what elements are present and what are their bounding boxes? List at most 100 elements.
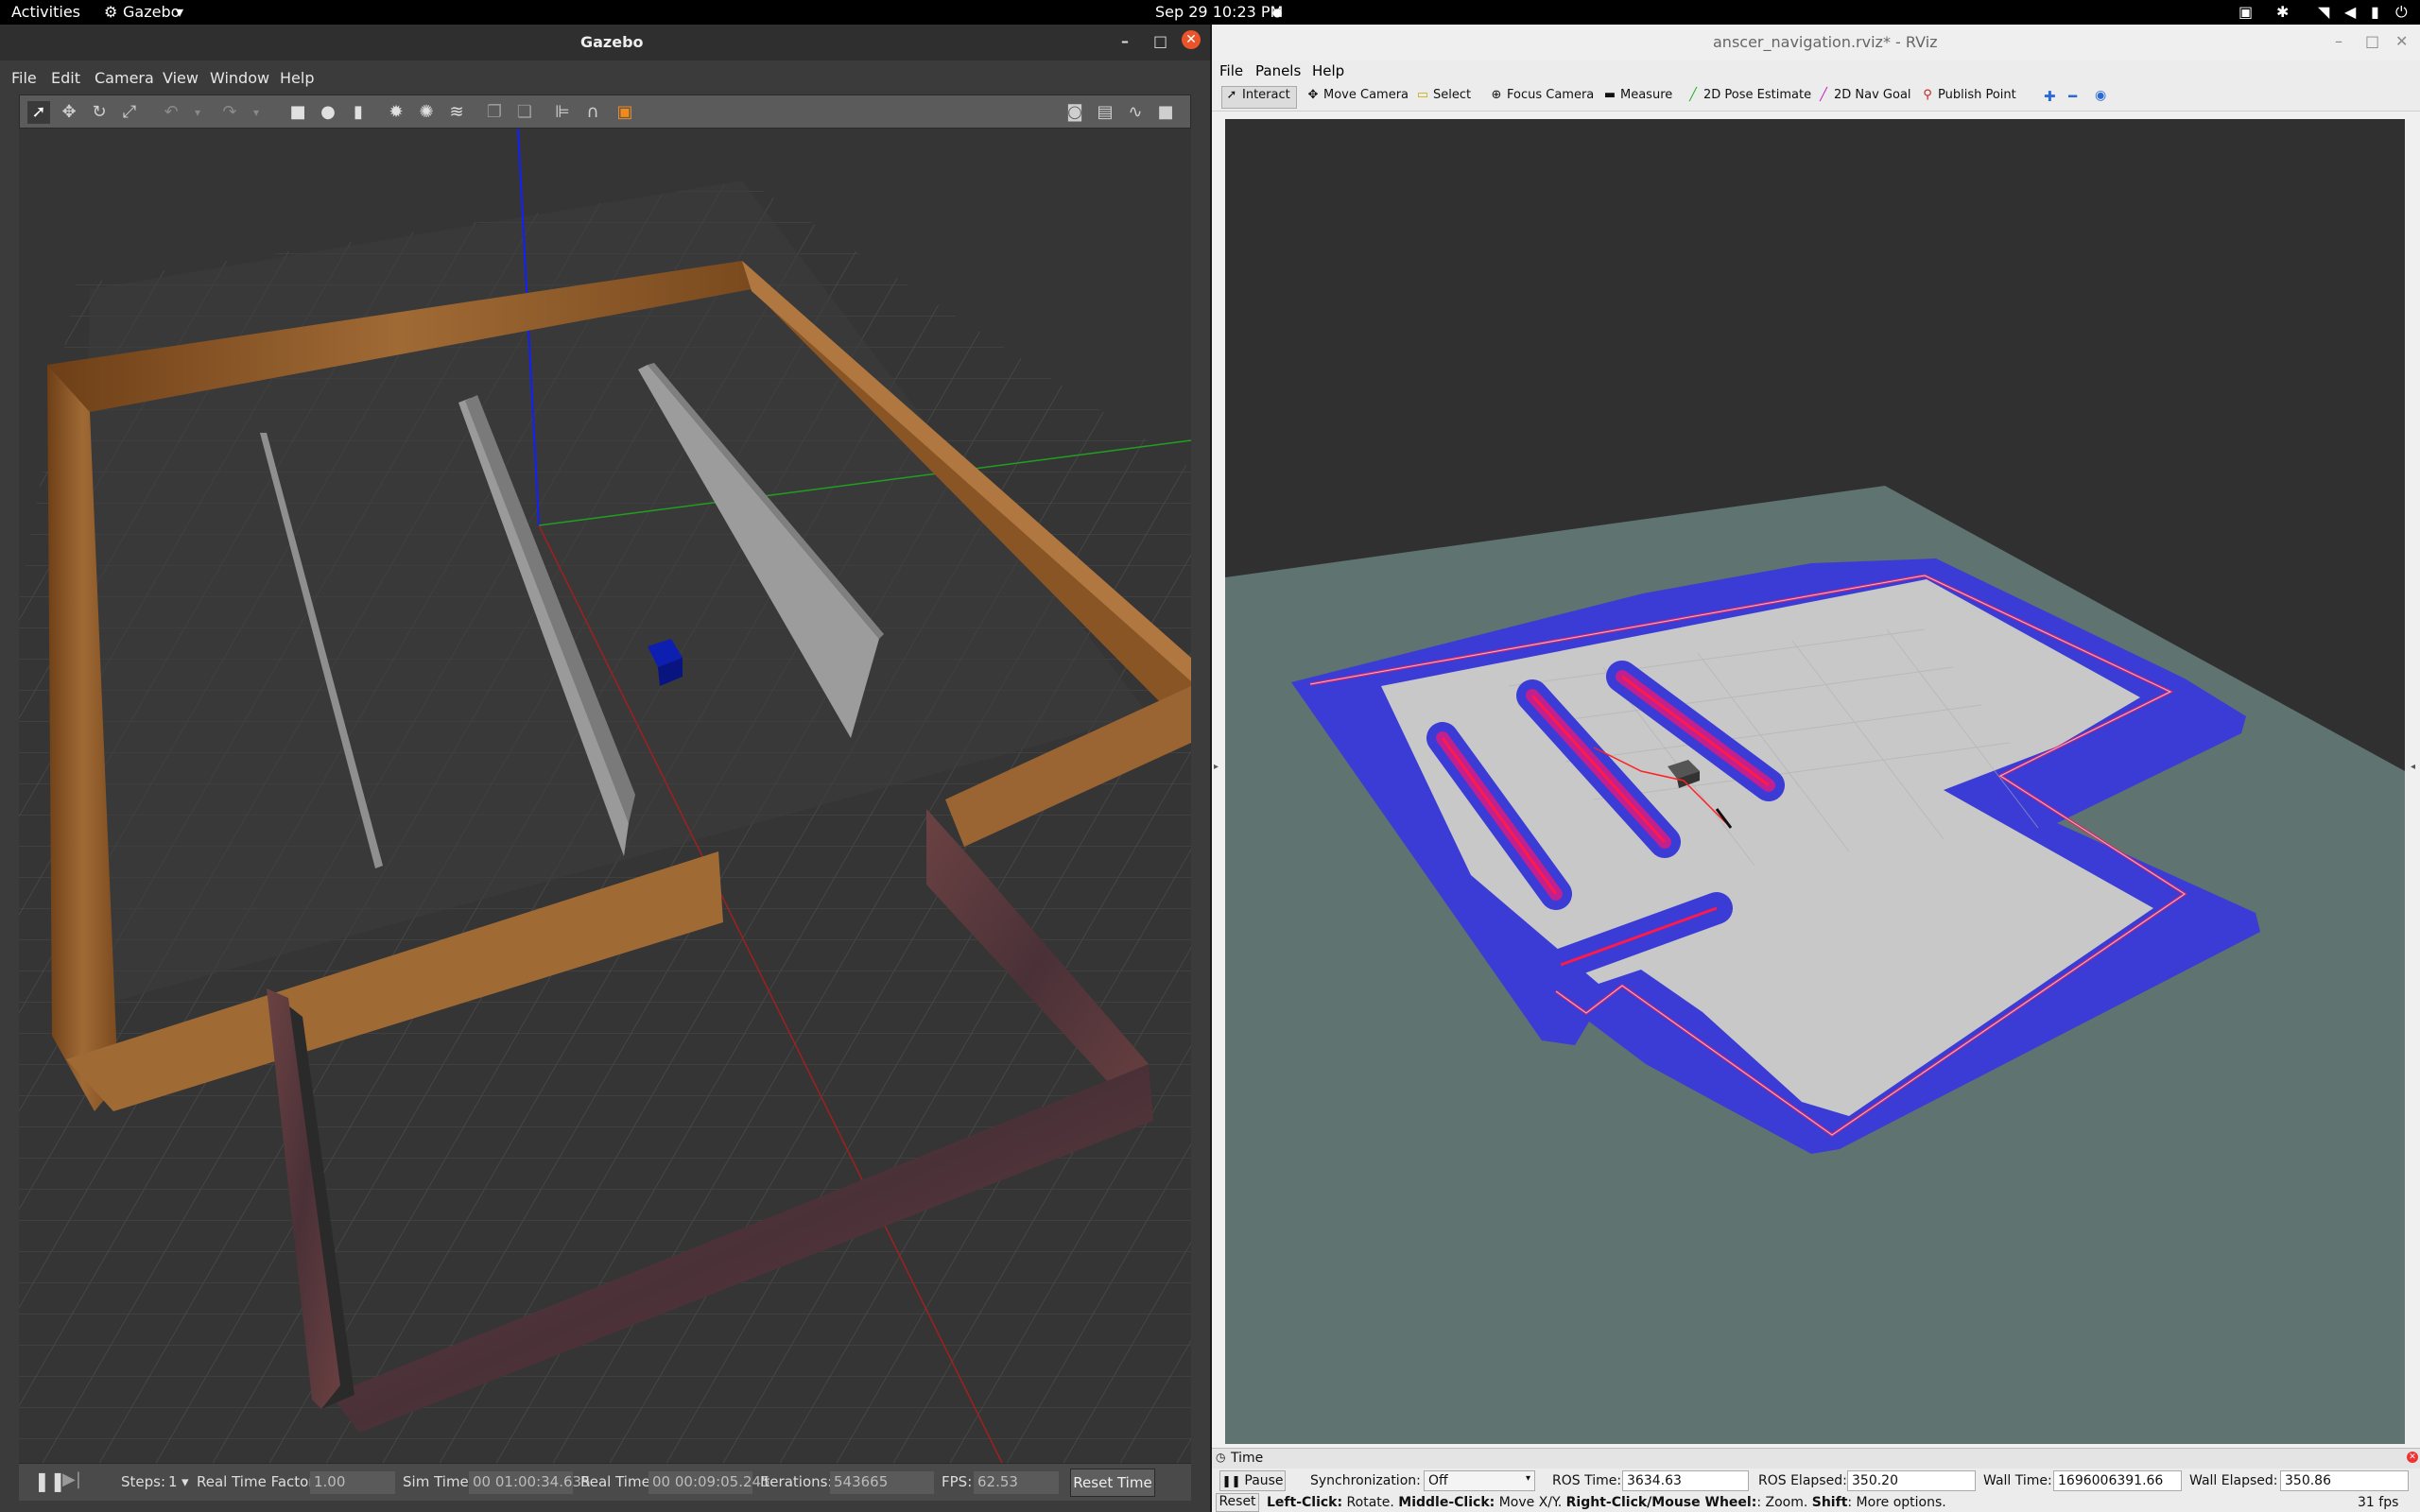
steps-value[interactable]: 1 <box>168 1473 178 1490</box>
select-tool[interactable]: ▭ Select <box>1416 88 1471 102</box>
steps-dropdown-icon[interactable]: ▾ <box>182 1473 189 1490</box>
menu-camera[interactable]: Camera <box>95 69 154 87</box>
wifi-icon[interactable]: ◥ <box>2318 3 2329 21</box>
directional-light-icon[interactable]: ≋ <box>445 101 468 124</box>
copy-icon[interactable]: ❐ <box>483 101 506 124</box>
menu-view[interactable]: View <box>163 69 199 87</box>
nav-goal-tool[interactable]: ╱ 2D Nav Goal <box>1817 88 1911 102</box>
real-time-field: 00 00:09:05.245 <box>648 1471 770 1494</box>
app-menu-button[interactable]: Gazebo <box>123 3 180 21</box>
menu-window[interactable]: Window <box>210 69 269 87</box>
pause-icon[interactable]: ❚❚ <box>34 1469 66 1492</box>
nav-goal-label: 2D Nav Goal <box>1834 88 1911 102</box>
wall-elapsed-label: Wall Elapsed: <box>2189 1473 2278 1488</box>
remove-tool-icon[interactable]: ━ <box>2068 88 2077 105</box>
menu-panels[interactable]: Panels <box>1255 62 1301 79</box>
gazebo-time-bar: ❚❚ ▶| Steps: 1 ▾ Real Time Factor: 1.00 … <box>19 1463 1191 1501</box>
help-middle-click-text: Move X/Y. <box>1495 1495 1566 1510</box>
pause-label: Pause <box>1244 1473 1284 1488</box>
publish-point-tool[interactable]: ⚲ Publish Point <box>1921 88 2016 102</box>
close-panel-icon[interactable]: ✕ <box>2407 1452 2418 1463</box>
reset-time-button[interactable]: Reset Time <box>1070 1469 1155 1497</box>
sim-time-field: 00 01:00:34.635 <box>469 1471 591 1494</box>
pose-estimate-tool[interactable]: ╱ 2D Pose Estimate <box>1686 88 1811 102</box>
wall-elapsed-field[interactable]: 350.86 <box>2280 1470 2409 1491</box>
battery-icon[interactable]: ▮ <box>2371 3 2379 21</box>
menu-edit[interactable]: Edit <box>51 69 80 87</box>
minimize-icon[interactable]: – <box>2335 32 2342 50</box>
plot-icon[interactable]: ∿ <box>1124 101 1147 124</box>
log-icon[interactable]: ▤ <box>1094 101 1116 124</box>
sphere-shape-icon[interactable]: ● <box>317 101 339 124</box>
ros-time-field[interactable]: 3634.63 <box>1622 1470 1749 1491</box>
undo-dropdown-icon[interactable]: ▾ <box>186 101 209 124</box>
measure-tool[interactable]: ▬ Measure <box>1603 88 1672 102</box>
cylinder-shape-icon[interactable]: ▮ <box>347 101 370 124</box>
menu-help[interactable]: Help <box>1312 62 1344 79</box>
pause-button[interactable]: ❚❚ Pause <box>1219 1470 1286 1491</box>
add-tool-icon[interactable]: ✚ <box>2044 88 2056 105</box>
right-panel-toggle-icon[interactable]: ◂ <box>2411 762 2415 772</box>
minimize-icon[interactable]: – <box>1121 32 1129 50</box>
screen-share-icon[interactable]: ▣ <box>2238 3 2253 21</box>
redo-icon[interactable]: ↷ <box>218 101 241 124</box>
snap-icon[interactable]: ∩ <box>581 101 604 124</box>
menu-file[interactable]: File <box>11 69 37 87</box>
interact-label: Interact <box>1242 88 1290 102</box>
translate-mode-icon[interactable]: ✥ <box>58 101 80 124</box>
rviz-window: anscer_navigation.rviz* - RViz – □ ✕ Fil… <box>1212 25 2420 1512</box>
close-icon[interactable]: ✕ <box>1182 30 1201 49</box>
system-top-bar: Activities ⚙ Gazebo ▾ Sep 29 10:23 PM ● … <box>0 0 2420 25</box>
reset-button[interactable]: Reset <box>1216 1493 1259 1512</box>
ros-elapsed-field[interactable]: 350.20 <box>1847 1470 1976 1491</box>
change-view-icon[interactable]: ▣ <box>614 101 636 124</box>
menu-help[interactable]: Help <box>280 69 314 87</box>
move-camera-tool[interactable]: ✥ Move Camera <box>1306 88 1409 102</box>
bluetooth-icon[interactable]: ✱ <box>2276 3 2289 21</box>
paste-icon[interactable]: ❏ <box>513 101 536 124</box>
scale-mode-icon[interactable]: ⤢ <box>118 101 141 124</box>
gazebo-menubar: File Edit Camera View Window Help <box>0 60 1210 94</box>
maximize-icon[interactable]: □ <box>1153 32 1167 50</box>
rviz-3d-view[interactable] <box>1225 119 2405 1444</box>
undo-icon[interactable]: ↶ <box>160 101 182 124</box>
time-panel-header: ◷ Time ✕ <box>1212 1448 2420 1469</box>
app-menu-icon: ⚙ <box>104 3 118 21</box>
gazebo-3d-scene[interactable] <box>19 129 1191 1463</box>
help-right-click: Right-Click/Mouse Wheel: <box>1565 1495 1757 1510</box>
activities-button[interactable]: Activities <box>11 3 80 21</box>
green-arrow-icon: ╱ <box>1689 88 1697 102</box>
rviz-titlebar: anscer_navigation.rviz* - RViz – □ ✕ <box>1212 25 2420 60</box>
focus-camera-tool[interactable]: ⊕ Focus Camera <box>1490 88 1595 102</box>
sync-select[interactable]: Off ▾ <box>1424 1470 1535 1491</box>
help-left-click-text: Rotate. <box>1342 1495 1399 1510</box>
box-shape-icon[interactable]: ■ <box>286 101 309 124</box>
focus-camera-label: Focus Camera <box>1507 88 1595 102</box>
volume-icon[interactable]: ◀ <box>2344 3 2356 21</box>
move-camera-label: Move Camera <box>1323 88 1409 102</box>
redo-dropdown-icon[interactable]: ▾ <box>245 101 268 124</box>
spot-light-icon[interactable]: ✺ <box>415 101 438 124</box>
step-icon[interactable]: ▶| <box>62 1469 81 1489</box>
clock[interactable]: Sep 29 10:23 PM <box>1155 3 1283 21</box>
menu-file[interactable]: File <box>1219 62 1243 79</box>
ros-time-label: ROS Time: <box>1552 1473 1622 1488</box>
interact-tool[interactable]: ➚ Interact <box>1225 88 1290 102</box>
cursor-icon: ➚ <box>1226 88 1237 102</box>
rviz-status-bar: Reset Left-Click: Rotate. Middle-Click: … <box>1212 1493 2420 1512</box>
left-panel-toggle-icon[interactable]: ▸ <box>1214 762 1219 772</box>
gazebo-scene-render <box>19 129 1191 1463</box>
gazebo-toolbar: ➚ ✥ ↻ ⤢ ↶ ▾ ↷ ▾ ■ ● ▮ ✹ ✺ ≋ ❐ ❏ ⊫ ∩ ▣ ◙ … <box>19 94 1191 129</box>
point-light-icon[interactable]: ✹ <box>385 101 407 124</box>
rotate-mode-icon[interactable]: ↻ <box>88 101 111 124</box>
tool-properties-icon[interactable]: ◉ <box>2095 88 2106 103</box>
power-menu-icon[interactable]: ⏻ <box>2395 3 2408 22</box>
video-record-icon[interactable]: ■ <box>1154 101 1177 124</box>
screenshot-icon[interactable]: ◙ <box>1063 101 1086 124</box>
maximize-icon[interactable]: □ <box>2365 32 2379 50</box>
select-mode-icon[interactable]: ➚ <box>27 101 50 124</box>
wall-time-field[interactable]: 1696006391.66 <box>2053 1470 2182 1491</box>
close-icon[interactable]: ✕ <box>2395 32 2408 50</box>
align-icon[interactable]: ⊫ <box>551 101 574 124</box>
sync-value: Off <box>1428 1473 1448 1488</box>
